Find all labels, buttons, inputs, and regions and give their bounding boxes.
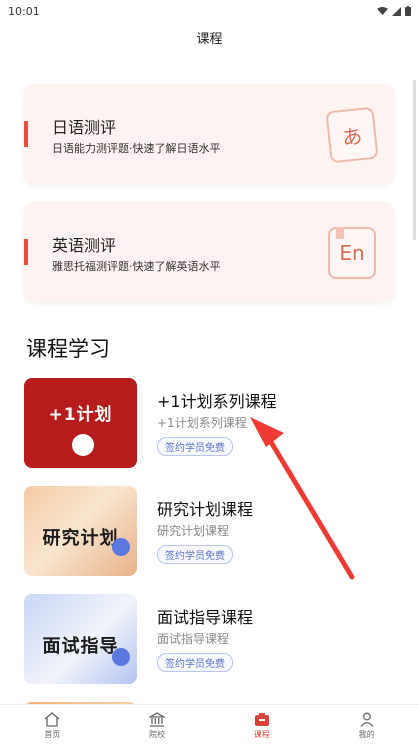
tab-profile[interactable]: 我的 [314,705,419,746]
course-thumbnail: +1计划 [24,378,137,468]
tab-label: 首页 [44,729,61,739]
battery-icon [405,6,411,16]
page-title: 课程 [196,32,223,47]
thumbnail-decoration [112,648,130,666]
course-subtitle: 研究计划课程 [157,524,230,538]
status-icons [377,6,411,16]
card-title: 英语测评 [52,236,117,255]
tab-schools[interactable]: 院校 [105,705,210,746]
scrollbar[interactable] [413,80,416,240]
school-icon [149,711,166,727]
card-description: 日语能力测评题·快速了解日语水平 [52,142,221,155]
course-item-plus-one[interactable]: +1计划 +1计划系列课程 +1计划系列课程 签约学员免费 [24,378,394,470]
course-subtitle: 面试指导课程 [157,632,230,646]
home-icon [44,711,60,727]
emblem-text: En [339,241,365,265]
course-thumbnail: 研究计划 [24,486,137,576]
hiragana-icon: あ [325,106,379,164]
free-badge: 签约学员免费 [157,437,233,456]
person-icon [360,712,374,727]
course-item-interview[interactable]: 面试指导 面试指导课程 面试指导课程 签约学员免费 [24,594,394,686]
card-description: 雅思托福测评题·快速了解英语水平 [52,260,221,273]
card-accent-bar [24,239,28,265]
course-title: 面试指导课程 [157,608,254,627]
bookmark-icon [336,227,344,239]
card-title: 日语测评 [52,118,117,137]
japanese-eval-card[interactable]: 日语测评 日语能力测评题·快速了解日语水平 あ [24,84,394,184]
english-book-icon: En [328,227,376,279]
course-thumbnail: 面试指导 [24,594,137,684]
course-item-research-plan[interactable]: 研究计划 研究计划课程 研究计划课程 签约学员免费 [24,486,394,578]
wifi-icon [377,6,388,15]
bottom-tab-bar: 首页 院校 课程 我的 [0,704,419,746]
tab-home[interactable]: 首页 [0,705,105,746]
thumbnail-decoration [112,538,130,556]
course-icon [254,712,269,726]
signal-icon [392,6,401,16]
status-bar: 10:01 [0,0,419,22]
tab-courses[interactable]: 课程 [210,705,315,746]
thumbnail-decoration [72,434,94,456]
course-title: +1计划系列课程 [157,392,277,411]
free-badge: 签约学员免费 [157,545,233,564]
section-title: 课程学习 [26,337,110,361]
thumbnail-title: +1计划 [48,405,113,425]
tab-label: 我的 [358,729,375,739]
tab-label: 院校 [149,729,166,739]
card-accent-bar [24,121,28,147]
status-time: 10:01 [8,4,40,18]
tab-label: 课程 [253,729,270,739]
course-title: 研究计划课程 [157,500,254,519]
free-badge: 签约学员免费 [157,653,233,672]
english-eval-card[interactable]: 英语测评 雅思托福测评题·快速了解英语水平 En [24,202,394,302]
course-subtitle: +1计划系列课程 [157,416,247,430]
